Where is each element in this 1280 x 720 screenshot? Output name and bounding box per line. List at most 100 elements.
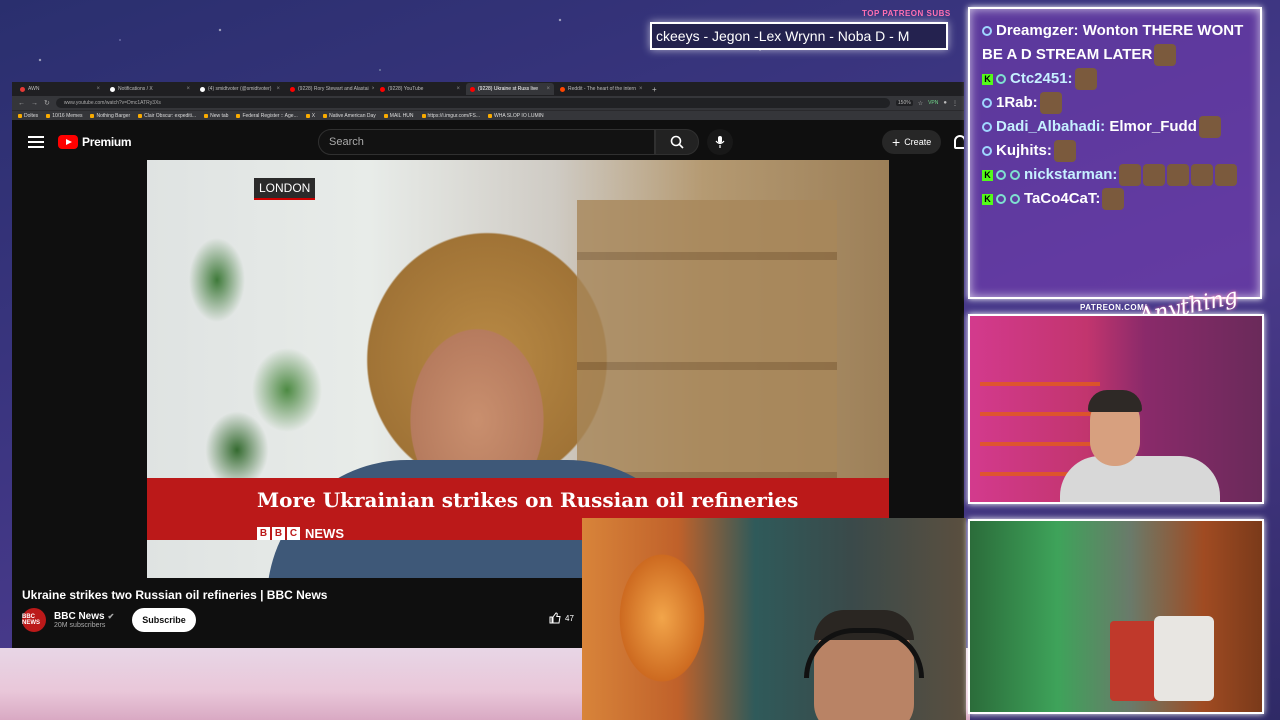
bookmark-item[interactable]: New tab: [204, 113, 228, 119]
tab-label: (4) smidtvoter (@smidtvoter): [208, 86, 272, 92]
mod-badge-icon: [1010, 170, 1020, 181]
subscribe-button[interactable]: Subscribe: [132, 608, 196, 632]
youtube-header: Premium Search + Create: [12, 124, 964, 160]
channel-name-text: BBC News: [54, 611, 105, 622]
tab-favicon-icon: [200, 86, 205, 92]
tab-close-icon[interactable]: ×: [186, 86, 190, 92]
menu-icon[interactable]: ⋮: [952, 100, 958, 107]
star-icon[interactable]: ☆: [918, 100, 923, 107]
chat-username: Ctc2451:: [1010, 70, 1073, 87]
channel-name[interactable]: BBC News ✔: [54, 611, 114, 622]
tab-close-icon[interactable]: ×: [96, 86, 100, 92]
towel-on-chair: [1154, 616, 1214, 701]
video-title: Ukraine strikes two Russian oil refineri…: [22, 588, 328, 602]
chat-overlay: Dreamgzer: Wonton THERE WONT BE A D STRE…: [968, 7, 1262, 299]
microphone-icon: [715, 136, 725, 148]
new-tab-icon[interactable]: +: [646, 85, 663, 94]
vpn-badge[interactable]: VPN: [928, 100, 938, 106]
notifications-bell-icon[interactable]: [954, 135, 964, 149]
chat-message: Dadi_Albahadi: Elmor_Fudd: [982, 115, 1248, 139]
extension-icon[interactable]: ●: [943, 100, 947, 106]
zoom-level[interactable]: 150%: [895, 100, 913, 106]
bookmark-label: MAIL HUN: [389, 112, 414, 119]
bookmark-label: WHA SLOP IO LUMIN: [494, 112, 544, 119]
address-bar[interactable]: www.youtube.com/watch?v=Dmc1ATRy3Xs: [55, 98, 890, 108]
search-icon: [670, 135, 684, 149]
bbc-news-logo: B B C NEWS: [257, 526, 344, 541]
bookmark-item[interactable]: Doltes: [18, 113, 38, 119]
tab-close-icon[interactable]: ×: [456, 86, 460, 92]
browser-tab[interactable]: (9228) YouTube ×: [376, 83, 464, 95]
guest-webcam-1: [968, 314, 1264, 504]
bookmark-item[interactable]: 10/16 Memes: [46, 113, 82, 119]
bookmark-item[interactable]: Clair Obscur: expediti...: [138, 113, 196, 119]
like-count: 47: [565, 613, 574, 623]
bookmark-item[interactable]: MAIL HUN: [383, 112, 414, 119]
emote-icon: [1198, 116, 1221, 139]
emote-icon: [1191, 164, 1214, 187]
tab-label: (9228) Rory Stewart and Alastai: [298, 86, 369, 92]
bbc-news-word: NEWS: [305, 526, 344, 541]
tab-close-icon[interactable]: ×: [276, 86, 280, 92]
guest-hair: [1088, 390, 1142, 412]
browser-tab[interactable]: Notifications / X ×: [106, 83, 194, 95]
browser-tab[interactable]: (9228) Rory Stewart and Alastai ×: [286, 83, 374, 95]
bookmark-item[interactable]: https://i.imgur.com/FS...: [421, 112, 481, 119]
bookmark-icon: [421, 113, 426, 118]
emote-icon: [1119, 164, 1142, 187]
bbc-letter-b2: B: [272, 527, 285, 540]
channel-info: BBC News ✔ 20M subscribers: [54, 611, 114, 629]
tab-favicon-icon: [290, 86, 295, 92]
chat-username: nickstarman:: [1024, 166, 1118, 183]
voice-search-button[interactable]: [707, 129, 733, 155]
tab-close-icon[interactable]: ×: [372, 86, 374, 92]
chat-username: 1Rab:: [996, 94, 1038, 111]
bookmark-label: New tab: [210, 112, 229, 119]
browser-tab[interactable]: AWN ×: [16, 83, 104, 95]
back-icon[interactable]: ←: [18, 100, 25, 107]
like-button[interactable]: 47: [549, 612, 574, 624]
tab-favicon-icon: [20, 86, 25, 92]
browser-tab[interactable]: (9228) Ukraine st Russ live ×: [466, 83, 554, 95]
youtube-logo[interactable]: Premium: [58, 135, 132, 149]
bbc-letter-c: C: [287, 527, 300, 540]
tab-label: (9228) Ukraine st Russ live: [478, 86, 539, 92]
bookmark-icon: [90, 113, 95, 118]
bookmark-item[interactable]: Native American Day: [323, 113, 376, 119]
emote-icon: [1102, 188, 1125, 211]
bookmark-item[interactable]: WHA SLOP IO LUMIN: [488, 113, 544, 119]
search-button[interactable]: [655, 129, 699, 155]
forward-icon[interactable]: →: [31, 100, 38, 107]
tab-label: (9228) YouTube: [388, 86, 424, 92]
channel-avatar[interactable]: BBC NEWS: [22, 608, 46, 632]
emote-icon: [1053, 140, 1076, 163]
search-input[interactable]: Search: [318, 129, 655, 155]
tab-close-icon[interactable]: ×: [639, 86, 643, 92]
kick-badge-icon: K: [982, 193, 993, 205]
bookmarks-bar: Doltes 10/16 Memes Nothing Barger Clair Obs…: [12, 110, 964, 120]
bookmark-label: https://i.imgur.com/FS...: [427, 112, 481, 119]
bookmark-icon: [383, 113, 388, 118]
emote-icon: [1154, 44, 1177, 67]
bookmark-label: Nothing Barger: [96, 112, 131, 119]
patreon-subs-label: TOP PATREON SUBS: [862, 9, 951, 18]
bookmark-item[interactable]: X: [305, 113, 315, 119]
browser-tab[interactable]: (4) smidtvoter (@smidtvoter) ×: [196, 83, 284, 95]
emote-icon: [1215, 164, 1238, 187]
platform-badge-icon: [982, 26, 992, 37]
shelf-background: [577, 200, 837, 480]
create-button[interactable]: + Create: [882, 130, 942, 154]
reload-icon[interactable]: ↻: [44, 99, 50, 107]
hamburger-menu-icon[interactable]: [28, 136, 44, 148]
bookmark-item[interactable]: Federal Register :: Age...: [236, 113, 298, 119]
bookmark-label: Doltes: [24, 112, 39, 119]
browser-tab-bar: AWN × Notifications / X × (4) smidtvoter (@s…: [12, 82, 964, 96]
mod-badge-icon: [1010, 194, 1020, 205]
browser-tab[interactable]: Reddit - The heart of the intern ×: [556, 83, 644, 95]
youtube-brand: Premium: [82, 135, 132, 149]
video-player[interactable]: LONDON More Ukrainian strikes on Russian…: [147, 160, 889, 578]
tab-close-icon[interactable]: ×: [546, 86, 550, 92]
emote-icon: [1039, 92, 1062, 115]
chat-message: 1Rab:: [982, 91, 1248, 115]
bookmark-item[interactable]: Nothing Barger: [90, 113, 130, 119]
